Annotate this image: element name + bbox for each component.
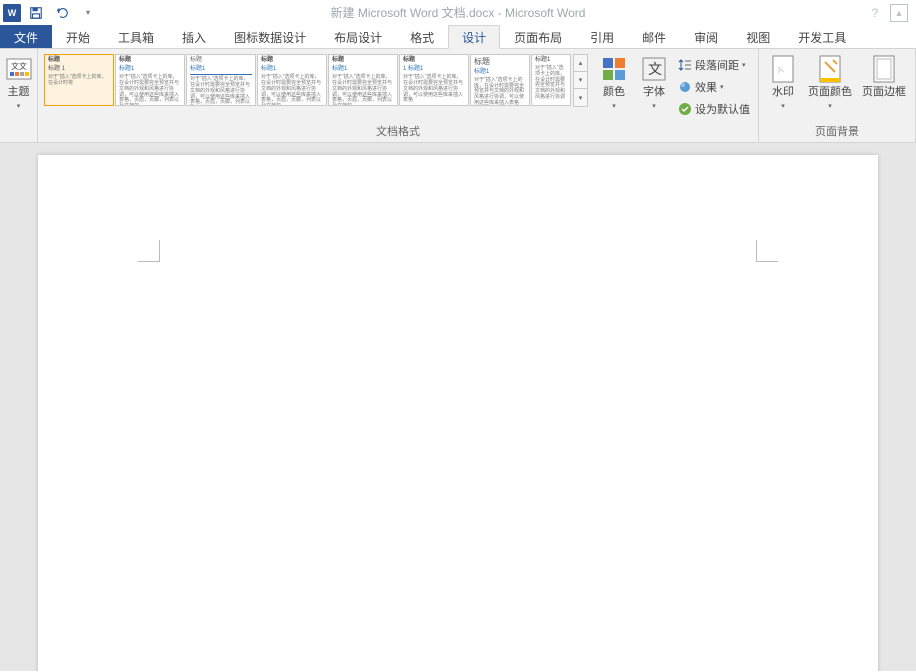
group-label-doc-formatting: 文档格式	[42, 122, 754, 141]
format-tab[interactable]: 格式	[396, 25, 448, 49]
review-tab[interactable]: 审阅	[680, 25, 732, 49]
design-tab[interactable]: 设计	[448, 25, 500, 49]
page-borders-button[interactable]: 页面边框	[857, 52, 911, 101]
page-borders-icon	[869, 54, 899, 84]
qat-customize-button[interactable]: ▾	[77, 2, 99, 24]
style-set-item[interactable]: 标题标题1对于"插入"选项卡上的库，在设计时需要完全预览并与文档的外观和风格进行…	[257, 54, 327, 106]
page-layout-tab[interactable]: 页面布局	[500, 25, 576, 49]
fonts-icon: 文	[639, 54, 669, 84]
set-default-button[interactable]: 设为默认值	[674, 98, 754, 120]
window-title: 新建 Microsoft Word 文档.docx - Microsoft Wo…	[331, 4, 586, 21]
colors-icon	[599, 54, 629, 84]
ribbon-display-options-icon[interactable]: ▲	[890, 4, 908, 22]
style-set-item[interactable]: 标题标题 1对于"插入"选项卡上的库，在设计时将	[44, 54, 114, 106]
effects-button[interactable]: 效果 ▾	[674, 76, 754, 98]
page-color-icon	[815, 54, 845, 84]
paragraph-spacing-icon	[678, 58, 692, 72]
help-icon[interactable]: ?	[866, 4, 884, 22]
undo-button[interactable]	[51, 2, 73, 24]
fonts-button[interactable]: 文 字体▾	[634, 52, 674, 120]
margin-corner-tr	[756, 240, 778, 262]
references-tab[interactable]: 引用	[576, 25, 628, 49]
chart-data-design-tab[interactable]: 图标数据设计	[220, 25, 320, 49]
watermark-button[interactable]: A 水印▾	[763, 52, 803, 115]
gallery-more-button[interactable]: ▾	[574, 89, 587, 106]
paragraph-spacing-button[interactable]: 段落间距 ▾	[674, 54, 754, 76]
word-app-icon: W	[3, 4, 21, 22]
file-tab[interactable]: 文件	[0, 25, 52, 49]
home-tab[interactable]: 开始	[52, 25, 104, 49]
style-set-item[interactable]: 标题1 标题1对于"插入"选项卡上的库，在设计时需要完全预览并与文档的外观和风格…	[399, 54, 469, 106]
themes-icon: 文文	[4, 54, 34, 84]
style-set-item[interactable]: 标题标题1对于"插入"选项卡上的库，在设计时需要完全预览并与文档的外观和风格进行…	[470, 54, 530, 106]
style-set-gallery[interactable]: 标题标题 1对于"插入"选项卡上的库，在设计时将 标题标题1对于"插入"选项卡上…	[42, 52, 573, 108]
insert-tab[interactable]: 插入	[168, 25, 220, 49]
style-set-item[interactable]: 标题标题1对于"插入"选项卡上的库，在设计时需要完全预览并与文档的外观和风格进行…	[115, 54, 185, 106]
gallery-row-up-button[interactable]: ▴	[574, 55, 587, 72]
themes-button[interactable]: 文文 主题▾	[0, 52, 39, 115]
svg-text:文文: 文文	[11, 61, 27, 71]
mailings-tab[interactable]: 邮件	[628, 25, 680, 49]
check-icon	[678, 102, 692, 116]
document-area[interactable]	[0, 143, 916, 671]
developer-tab[interactable]: 开发工具	[784, 25, 860, 49]
gallery-row-down-button[interactable]: ▾	[574, 72, 587, 89]
margin-corner-tl	[138, 240, 160, 262]
style-set-item[interactable]: 标题1对于"插入"选项卡上的库，在设计时需要完全预览并与文档的外观和风格进行协调	[531, 54, 571, 106]
layout-design-tab[interactable]: 布局设计	[320, 25, 396, 49]
svg-text:文: 文	[648, 61, 662, 77]
document-page[interactable]	[38, 155, 878, 671]
view-tab[interactable]: 视图	[732, 25, 784, 49]
group-label-themes	[4, 138, 33, 141]
toolbox-tab[interactable]: 工具箱	[104, 25, 168, 49]
page-color-button[interactable]: 页面颜色▾	[803, 52, 857, 115]
save-button[interactable]	[25, 2, 47, 24]
group-label-page-bg: 页面背景	[763, 122, 911, 141]
colors-button[interactable]: 颜色▾	[594, 52, 634, 120]
style-set-item[interactable]: 标题标题1对于"插入"选项卡上的库，在设计时需要完全预览并与文档的外观和风格进行…	[328, 54, 398, 106]
watermark-icon: A	[768, 54, 798, 84]
style-set-item[interactable]: 标题标题1对于"插入"选项卡上的库，在设计时需要完全预览并与文档的外观和风格进行…	[186, 54, 256, 106]
effects-icon	[678, 80, 692, 94]
